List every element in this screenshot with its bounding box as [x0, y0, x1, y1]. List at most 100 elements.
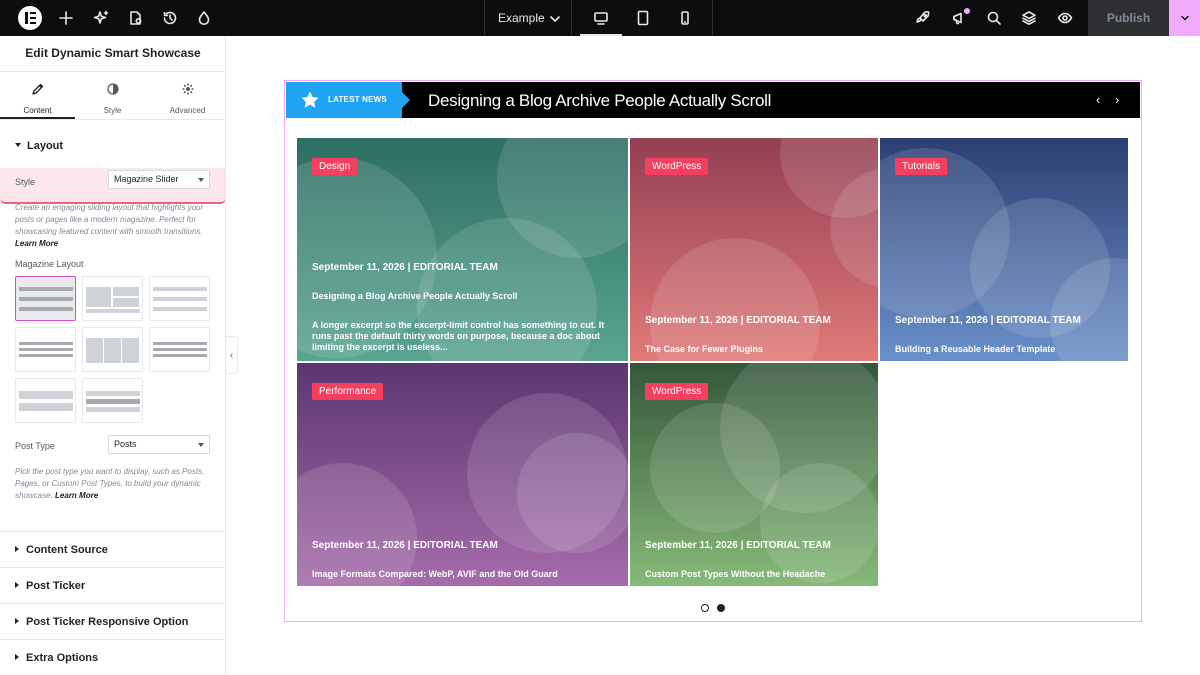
navigator-layers-icon[interactable]: [1019, 8, 1039, 28]
desktop-icon[interactable]: [591, 8, 611, 28]
learn-more-link[interactable]: Learn More: [55, 491, 98, 500]
notification-dot: [964, 8, 970, 14]
magazine-layout-option-6[interactable]: [149, 327, 210, 372]
accordion-post-ticker[interactable]: Post Ticker: [0, 567, 225, 603]
mobile-icon[interactable]: [675, 8, 695, 28]
tablet-icon[interactable]: [633, 8, 653, 28]
magazine-layout-option-2[interactable]: [82, 276, 143, 321]
search-icon[interactable]: [984, 8, 1004, 28]
slider-dot-2[interactable]: [717, 604, 725, 612]
category-badge[interactable]: Performance: [312, 383, 384, 400]
ticker-badge-label: LATEST NEWS: [328, 95, 387, 104]
preview-eye-icon[interactable]: [1055, 8, 1075, 28]
post-card[interactable]: Tutorials September 11, 2026 | EDITORIAL…: [880, 138, 1128, 361]
learn-more-link[interactable]: Learn More: [15, 239, 58, 248]
toolbar-divider: [712, 0, 713, 36]
panel-divider: [0, 119, 225, 120]
style-select[interactable]: Magazine Slider: [108, 170, 210, 189]
publish-options-button[interactable]: [1169, 0, 1200, 36]
post-meta: September 11, 2026 | EDITORIAL TEAM: [645, 540, 831, 551]
section-layout-title: Layout: [27, 140, 64, 152]
post-ticker: LATEST NEWS Designing a Blog Archive Peo…: [286, 82, 1140, 118]
rocket-icon[interactable]: [913, 8, 933, 28]
ticker-next-button[interactable]: ›: [1115, 92, 1119, 107]
category-badge[interactable]: WordPress: [645, 158, 709, 175]
post-type-label: Post Type: [15, 441, 55, 451]
caret-right-icon: [15, 654, 19, 660]
style-help-text: Create an engaging sliding layout that h…: [15, 203, 204, 248]
site-settings-icon[interactable]: [126, 8, 146, 28]
section-layout-toggle[interactable]: Layout: [15, 140, 63, 152]
accordion-title: Post Ticker Responsive Option: [26, 616, 189, 628]
toolbar-divider: [484, 0, 485, 36]
toolbar-divider: [571, 0, 572, 36]
tab-advanced[interactable]: Advanced: [150, 80, 225, 119]
editor-panel: Edit Dynamic Smart Showcase Content Styl…: [0, 36, 226, 675]
style-label: Style: [15, 177, 36, 187]
post-meta: September 11, 2026 | EDITORIAL TEAM: [895, 315, 1081, 326]
post-type-select[interactable]: Posts: [108, 435, 210, 454]
slider-dot-1[interactable]: [701, 604, 709, 612]
accordion-post-ticker-responsive[interactable]: Post Ticker Responsive Option: [0, 603, 225, 639]
post-meta: September 11, 2026 | EDITORIAL TEAM: [645, 315, 831, 326]
post-type-select-value: Posts: [114, 439, 137, 449]
post-title[interactable]: Designing a Blog Archive People Actually…: [312, 291, 517, 301]
history-icon[interactable]: [160, 8, 180, 28]
tab-style[interactable]: Style: [75, 80, 150, 119]
tab-advanced-label: Advanced: [169, 106, 206, 115]
post-excerpt: A longer excerpt so the excerpt-limit co…: [312, 320, 605, 352]
category-badge[interactable]: Tutorials: [895, 158, 947, 175]
panel-title: Edit Dynamic Smart Showcase: [25, 46, 201, 60]
smart-showcase-widget[interactable]: LATEST NEWS Designing a Blog Archive Peo…: [284, 80, 1142, 622]
accordion-title: Extra Options: [26, 652, 99, 664]
tab-style-label: Style: [103, 106, 122, 115]
category-badge[interactable]: WordPress: [645, 383, 709, 400]
post-card[interactable]: WordPress September 11, 2026 | EDITORIAL…: [630, 363, 878, 586]
accordion-extra-options[interactable]: Extra Options: [0, 639, 225, 675]
magazine-layout-option-5[interactable]: [82, 327, 143, 372]
accordion-content-source[interactable]: Content Source: [0, 531, 225, 567]
post-card[interactable]: WordPress September 11, 2026 | EDITORIAL…: [630, 138, 878, 361]
magazine-layout-option-7[interactable]: [15, 378, 76, 423]
post-type-help-text: Pick the post type you want to display, …: [15, 467, 205, 500]
ai-sparkle-icon[interactable]: [91, 8, 111, 28]
post-meta: September 11, 2026 | EDITORIAL TEAM: [312, 262, 498, 273]
theme-style-icon[interactable]: [194, 8, 214, 28]
post-card[interactable]: Performance September 11, 2026 | EDITORI…: [297, 363, 628, 586]
gear-icon: [182, 83, 193, 95]
post-title[interactable]: Custom Post Types Without the Headache: [645, 569, 825, 579]
ticker-headline[interactable]: Designing a Blog Archive People Actually…: [428, 91, 771, 111]
post-title[interactable]: Image Formats Compared: WebP, AVIF and t…: [312, 569, 558, 579]
magazine-layout-label: Magazine Layout: [15, 259, 84, 269]
post-meta: September 11, 2026 | EDITORIAL TEAM: [312, 540, 498, 551]
style-select-value: Magazine Slider: [114, 174, 179, 184]
chevron-down-icon[interactable]: [545, 9, 565, 29]
editor-top-bar: Example Publish: [0, 0, 1200, 36]
magazine-layout-option-1[interactable]: [15, 276, 76, 321]
panel-divider: [0, 71, 225, 72]
post-card[interactable]: Design September 11, 2026 | EDITORIAL TE…: [297, 138, 628, 361]
publish-button[interactable]: Publish: [1088, 0, 1169, 36]
tab-content[interactable]: Content: [0, 80, 75, 119]
caret-right-icon: [15, 546, 19, 552]
caret-down-icon: [15, 143, 21, 147]
magazine-layout-option-8[interactable]: [82, 378, 143, 423]
dropdown-caret-icon: [198, 443, 204, 447]
tab-content-label: Content: [23, 106, 52, 115]
half-circle-icon: [106, 83, 119, 95]
elementor-logo-icon[interactable]: [18, 6, 42, 30]
style-control-row: Style Magazine Slider: [0, 168, 225, 204]
magazine-layout-option-3[interactable]: [149, 276, 210, 321]
accordion-title: Content Source: [26, 544, 108, 556]
caret-right-icon: [15, 582, 19, 588]
category-badge[interactable]: Design: [312, 158, 358, 175]
ticker-prev-button[interactable]: ‹: [1096, 92, 1100, 107]
magazine-layout-option-4[interactable]: [15, 327, 76, 372]
add-element-icon[interactable]: [56, 8, 76, 28]
ticker-badge: LATEST NEWS: [286, 82, 410, 118]
publish-options-chevron-icon: [1180, 15, 1189, 21]
page-selector[interactable]: Example: [498, 0, 545, 36]
collapse-panel-button[interactable]: ‹: [226, 336, 238, 374]
post-title[interactable]: The Case for Fewer Plugins: [645, 344, 763, 354]
post-title[interactable]: Building a Reusable Header Template: [895, 344, 1055, 354]
